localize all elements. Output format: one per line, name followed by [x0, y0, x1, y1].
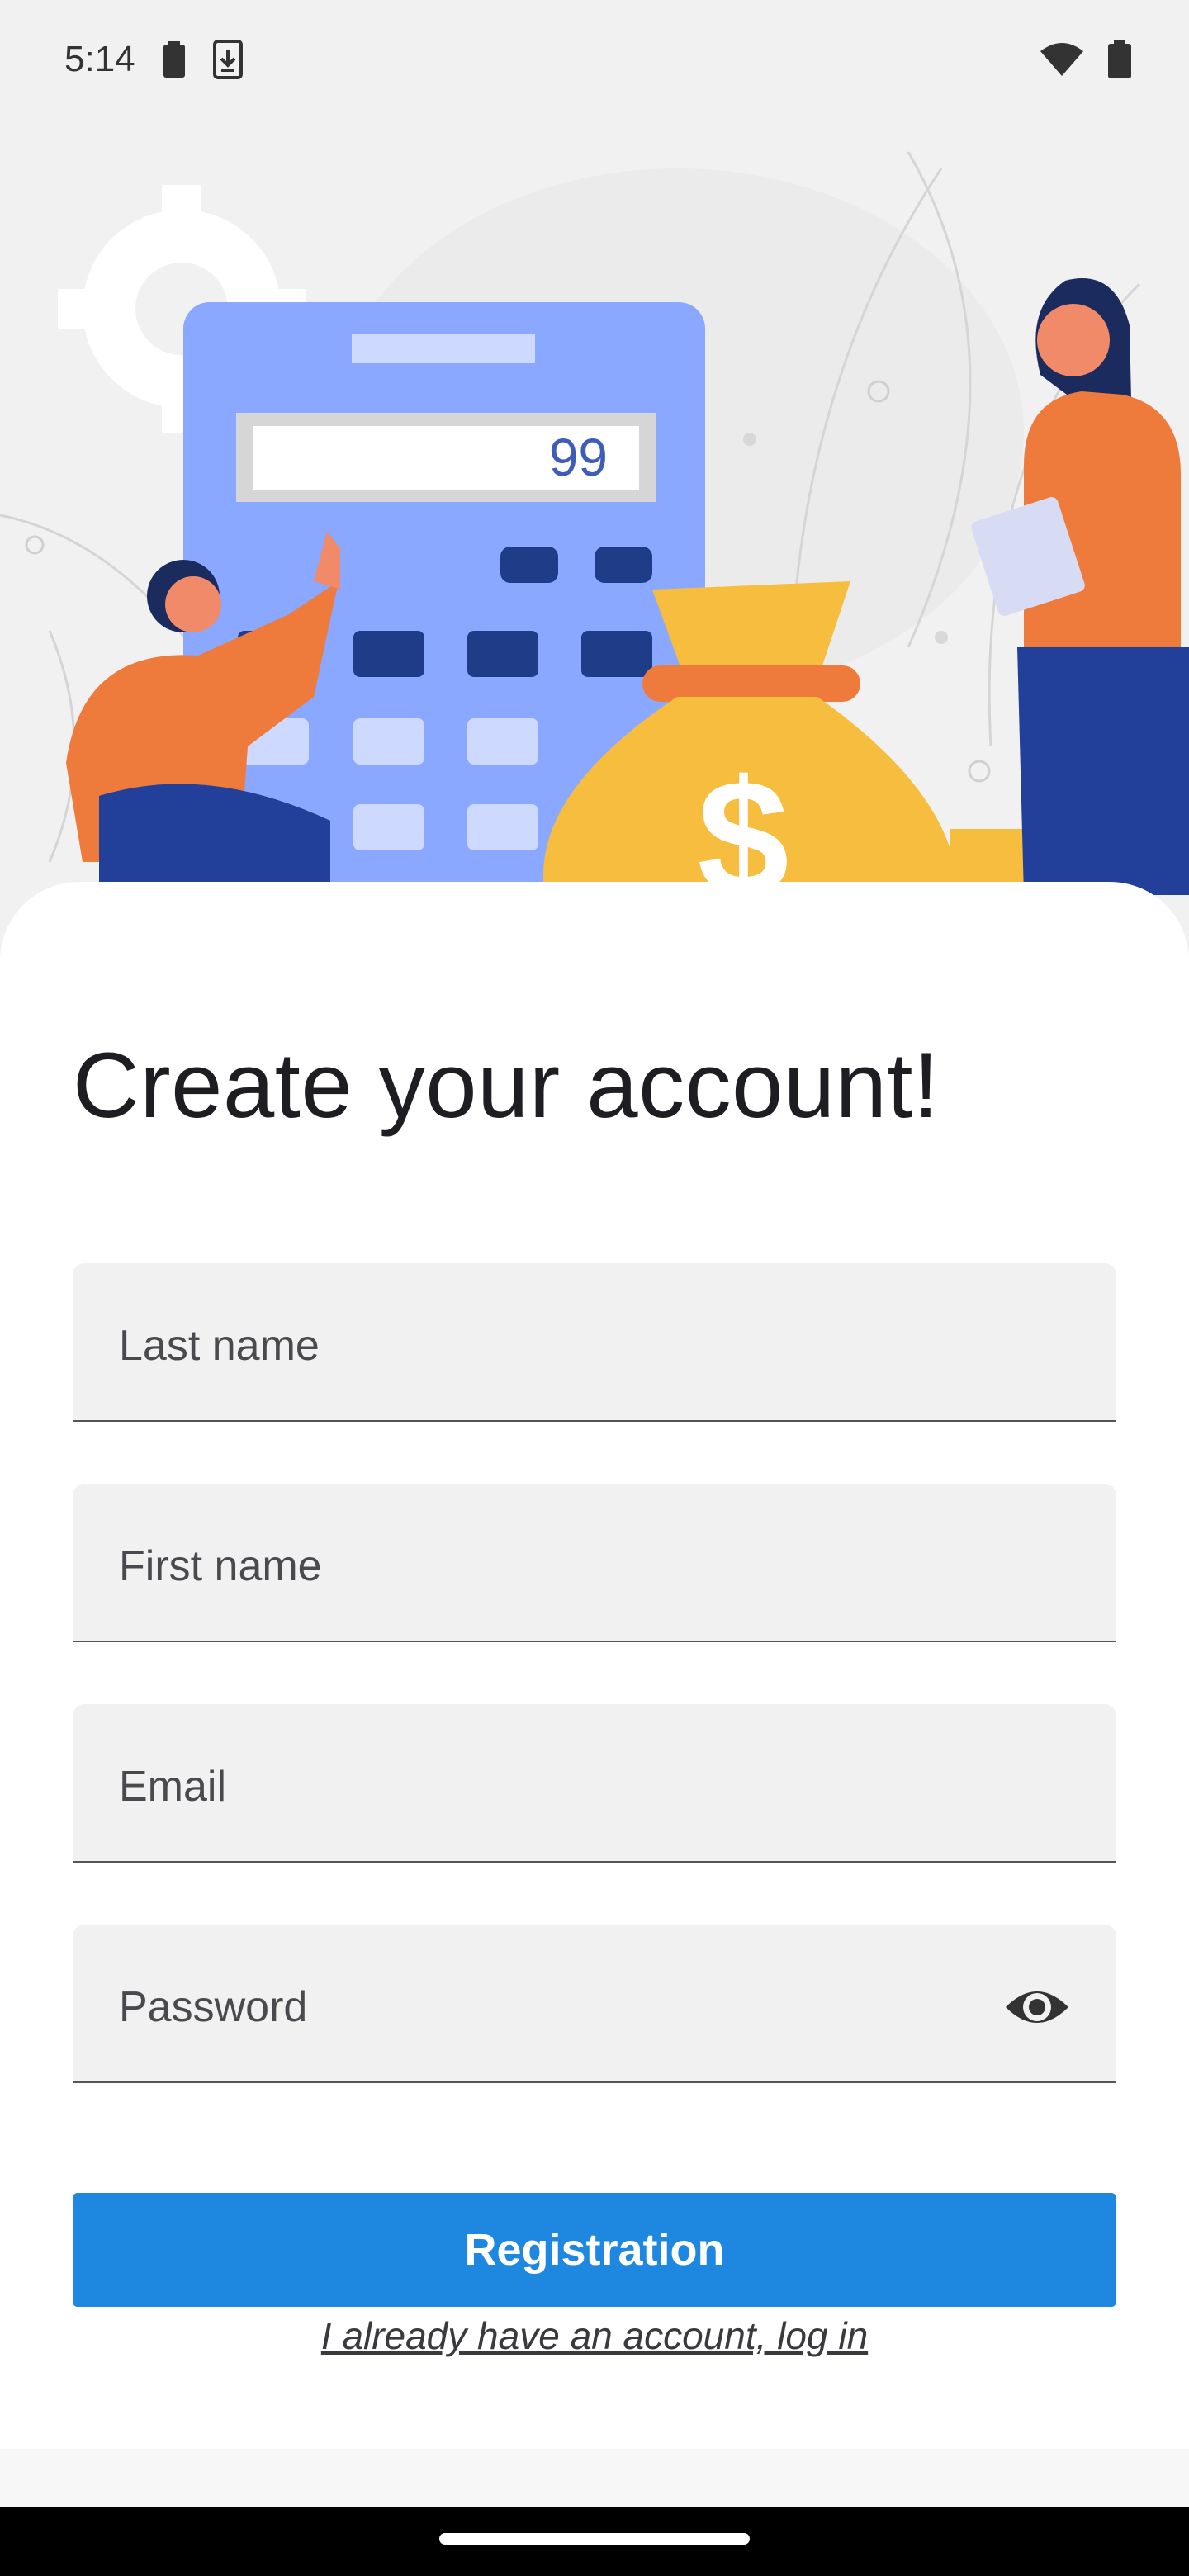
first-name-field[interactable]: First name	[73, 1484, 1116, 1642]
first-name-label: First name	[119, 1542, 322, 1590]
password-field[interactable]: Password	[73, 1925, 1116, 2083]
calculator-display: 99	[549, 428, 608, 487]
status-bar: 5:14	[0, 0, 1189, 119]
battery-icon	[163, 41, 185, 78]
last-name-label: Last name	[119, 1322, 320, 1370]
login-link[interactable]: I already have an account, log in	[0, 2313, 1189, 2358]
home-indicator[interactable]	[439, 2533, 750, 2545]
status-time: 5:14	[64, 39, 135, 79]
navigation-bar	[0, 2507, 1189, 2576]
footer-strip	[0, 2449, 1189, 2507]
email-field[interactable]: Email	[73, 1704, 1116, 1863]
wifi-icon	[1040, 43, 1083, 76]
registration-button[interactable]: Registration	[73, 2193, 1116, 2307]
password-label: Password	[119, 1983, 308, 2031]
page-title: Create your account!	[73, 1034, 940, 1137]
email-label: Email	[119, 1763, 227, 1811]
battery-icon	[1108, 40, 1131, 78]
svg-text:$: $	[697, 746, 789, 895]
last-name-field[interactable]: Last name	[73, 1263, 1116, 1422]
eye-icon[interactable]	[1004, 1974, 1070, 2040]
download-icon	[212, 40, 243, 79]
hero-illustration: 99 $	[0, 119, 1189, 895]
